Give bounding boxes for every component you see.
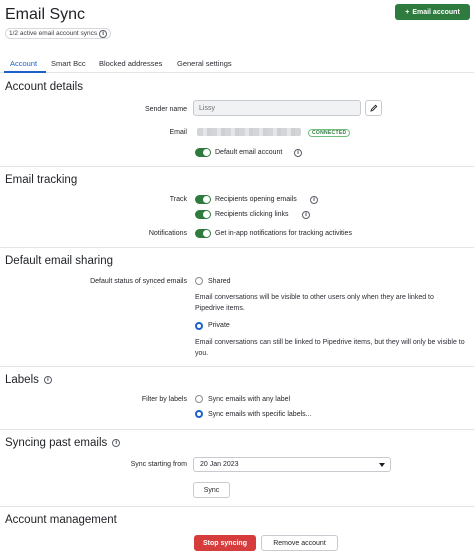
divider	[0, 506, 474, 507]
track-clicking-toggle[interactable]	[195, 210, 211, 219]
page-title: Email Sync	[5, 6, 86, 23]
track-label: Track	[169, 196, 187, 203]
sync-start-label: Sync starting from	[130, 461, 187, 468]
default-account-toggle[interactable]	[195, 148, 211, 157]
tab-smart-bcc[interactable]: Smart Bcc	[51, 59, 86, 68]
section-heading-email-sharing: Default email sharing	[5, 255, 114, 267]
info-icon[interactable]: i	[294, 149, 302, 157]
active-tab-indicator	[4, 71, 46, 73]
divider	[0, 247, 474, 248]
tab-blocked-addresses[interactable]: Blocked addresses	[99, 59, 162, 68]
section-heading-account-details: Account details	[5, 81, 83, 93]
radio-shared[interactable]	[195, 277, 203, 285]
track-clicking-label: Recipients clicking links	[215, 211, 289, 218]
track-opening-toggle[interactable]	[195, 195, 211, 204]
add-email-account-button[interactable]: + Email account	[395, 4, 470, 20]
section-heading-account-management: Account management	[5, 514, 117, 526]
sync-status-text: 1/2 active email account syncs	[9, 30, 98, 37]
notifications-toggle[interactable]	[195, 229, 211, 238]
tab-general-settings[interactable]: General settings	[177, 59, 232, 68]
notifications-text: Get in-app notifications for tracking ac…	[215, 230, 352, 237]
radio-any-label[interactable]	[195, 395, 203, 403]
sync-button[interactable]: Sync	[193, 482, 230, 498]
section-heading-labels: Labels i	[5, 374, 52, 386]
sync-status-badge: 1/2 active email account syncs i	[5, 28, 112, 39]
pencil-icon	[369, 104, 377, 112]
sender-name-input[interactable]: Lissy	[193, 100, 361, 116]
shared-description: Email conversations will be visible to o…	[195, 294, 434, 312]
divider	[0, 429, 474, 430]
section-heading-email-tracking: Email tracking	[5, 174, 78, 186]
private-description: Email conversations can still be linked …	[195, 339, 465, 357]
info-icon[interactable]: i	[302, 211, 310, 219]
stop-syncing-button[interactable]: Stop syncing	[194, 535, 256, 551]
chevron-down-icon	[379, 463, 385, 467]
remove-account-button[interactable]: Remove account	[261, 535, 338, 551]
section-heading-syncing: Syncing past emails i	[5, 437, 121, 449]
notifications-label: Notifications	[148, 230, 187, 237]
divider	[0, 366, 474, 367]
info-icon[interactable]: i	[310, 196, 318, 204]
shared-label: Shared	[208, 278, 231, 285]
email-address-redacted	[197, 128, 301, 136]
any-label-text: Sync emails with any label	[208, 396, 291, 403]
email-label: Email	[169, 129, 187, 136]
info-icon[interactable]: i	[99, 29, 108, 38]
private-label: Private	[208, 322, 230, 329]
sync-start-date-select[interactable]: 20 Jan 2023	[193, 457, 391, 472]
radio-specific-labels[interactable]	[195, 410, 203, 418]
filter-labels-label: Filter by labels	[141, 396, 187, 403]
specific-labels-text: Sync emails with specific labels...	[208, 411, 312, 418]
track-opening-label: Recipients opening emails	[215, 196, 297, 203]
divider	[0, 166, 474, 167]
radio-private[interactable]	[195, 322, 203, 330]
default-account-label: Default email account	[215, 149, 283, 156]
edit-sender-name-button[interactable]	[365, 100, 382, 116]
status-badge: CONNECTED	[308, 129, 351, 137]
info-icon[interactable]: i	[112, 439, 121, 447]
sender-name-label: Sender name	[144, 106, 187, 113]
tab-bar: Account Smart Bcc Blocked addresses Gene…	[0, 56, 474, 73]
info-icon[interactable]: i	[43, 376, 52, 384]
tab-account[interactable]: Account	[10, 59, 37, 68]
plus-icon: +	[405, 8, 410, 16]
default-status-label: Default status of synced emails	[90, 278, 187, 285]
